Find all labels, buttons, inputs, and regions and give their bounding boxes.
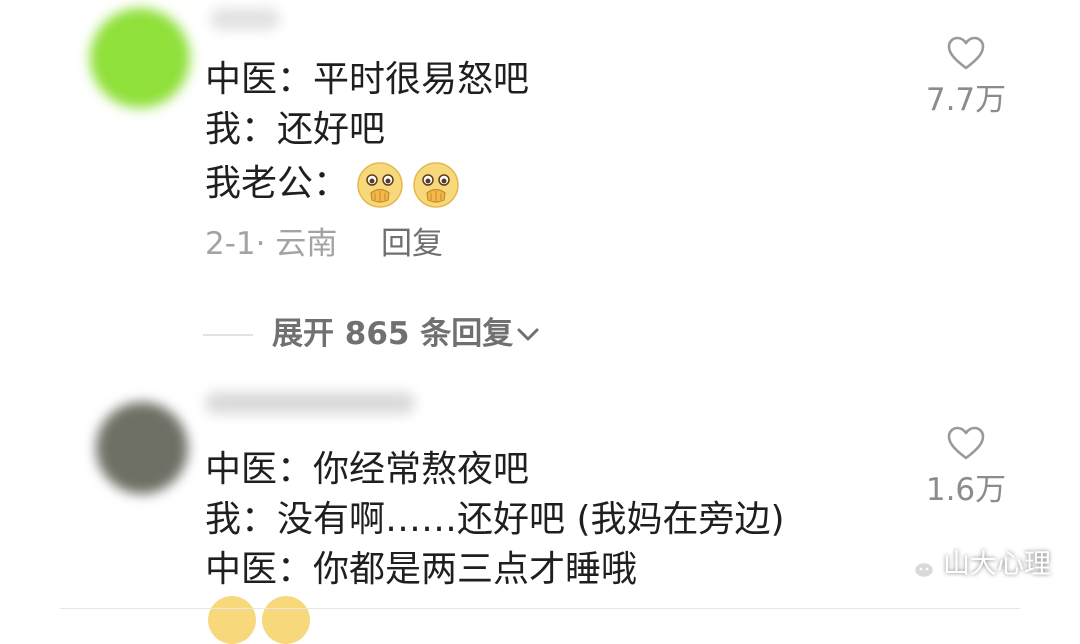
comment-meta: 2-1· 云南	[205, 226, 338, 262]
chevron-down-icon[interactable]	[514, 321, 542, 349]
emoji-cropped	[262, 596, 310, 644]
like-count: 1.6万	[925, 472, 1007, 508]
like-count: 7.7万	[925, 82, 1007, 118]
comment-line: 中医：平时很易怒吧	[205, 59, 530, 100]
face-with-hand-over-mouth-emoji	[357, 162, 403, 208]
expand-divider	[203, 334, 253, 336]
comment-line: 我：还好吧	[205, 109, 386, 150]
heart-outline-icon[interactable]	[946, 34, 986, 74]
heart-outline-icon[interactable]	[946, 424, 986, 464]
comment-line-text: 我老公：	[205, 163, 350, 204]
emoji-cropped	[208, 596, 256, 644]
expand-replies-button[interactable]: 展开 865 条回复	[272, 314, 513, 354]
reply-button[interactable]: 回复	[381, 224, 443, 264]
wechat-icon	[899, 551, 936, 579]
comment-line: 我：没有啊……还好吧 (我妈在旁边)	[205, 499, 785, 540]
comment-line: 中医：你经常熬夜吧	[205, 449, 530, 490]
watermark: 山大心理	[899, 545, 1051, 585]
avatar[interactable]	[90, 8, 190, 108]
face-with-hand-over-mouth-emoji	[413, 162, 459, 208]
comment-line-with-emoji: 我老公：	[205, 160, 461, 210]
username-blurred[interactable]	[210, 8, 280, 30]
watermark-text: 山大心理	[943, 549, 1051, 580]
comment-line: 中医：你都是两三点才睡哦	[205, 549, 638, 590]
avatar[interactable]	[96, 402, 188, 494]
divider	[60, 608, 1020, 609]
username-blurred[interactable]	[205, 392, 415, 414]
